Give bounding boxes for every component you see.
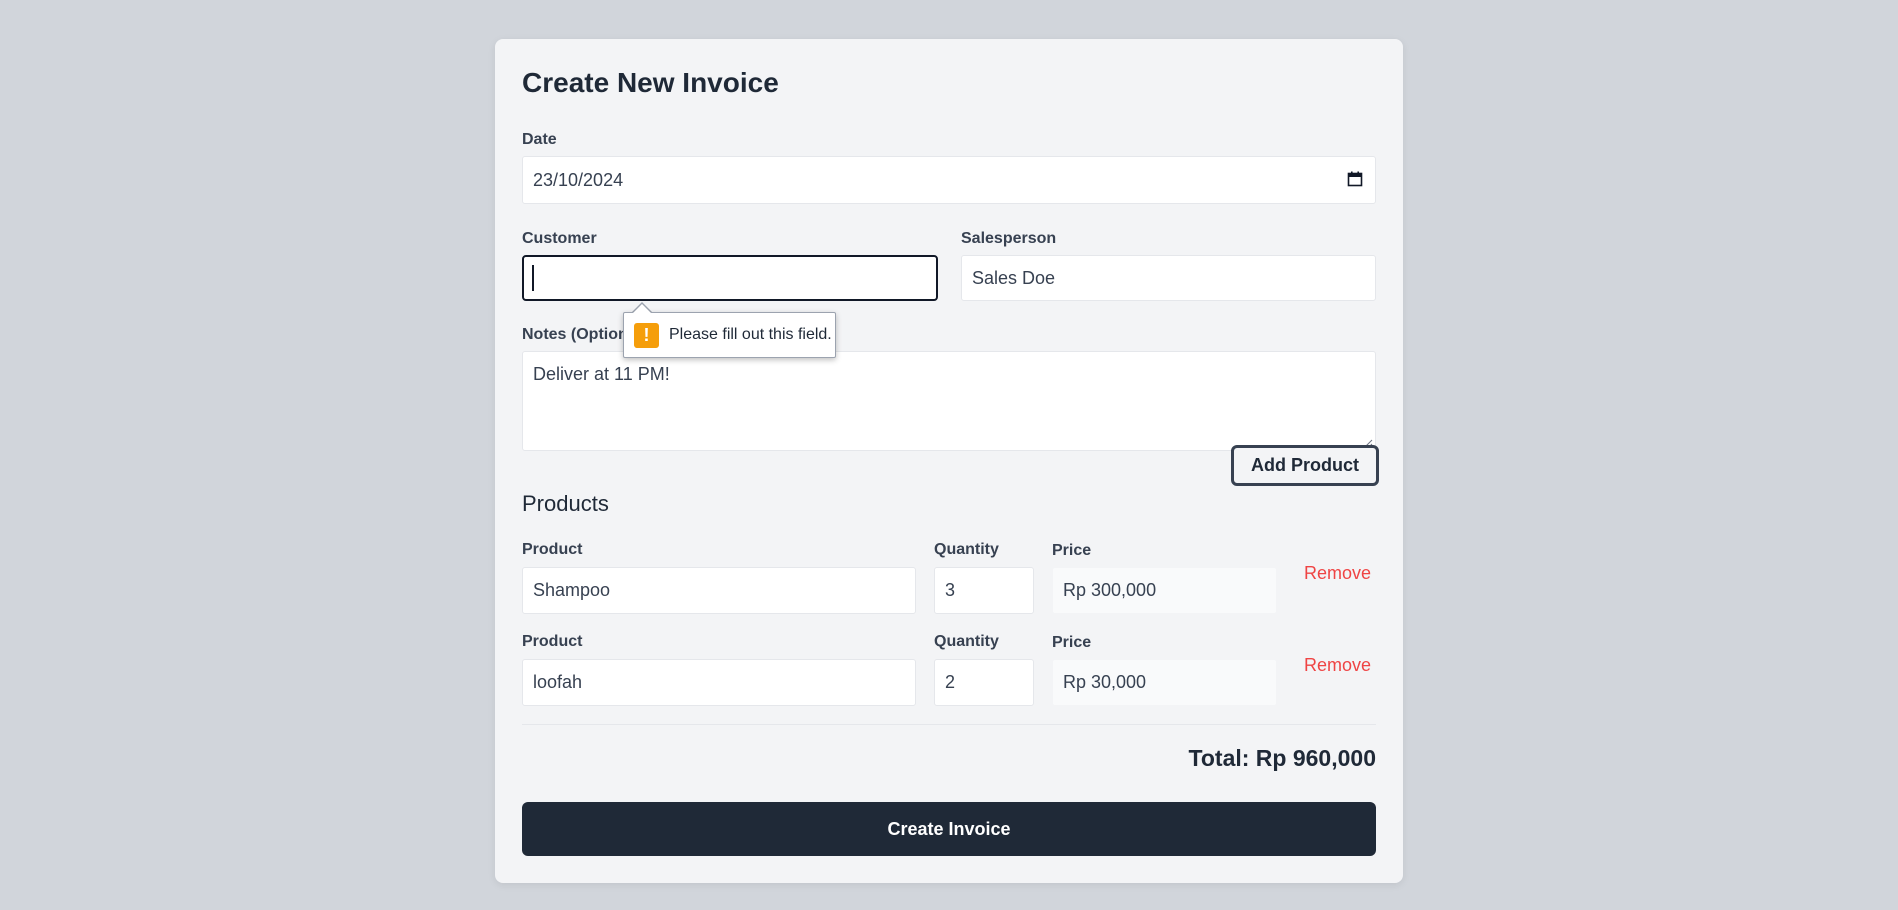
price-field: Rp 30,000 <box>1052 659 1277 706</box>
date-label: Date <box>522 131 557 148</box>
validation-message: Please fill out this field. <box>669 326 832 343</box>
tooltip-arrow-fill <box>632 304 652 314</box>
product-value: Shampoo <box>533 580 611 600</box>
calendar-icon[interactable] <box>1347 171 1363 187</box>
product-label: Product <box>522 633 583 650</box>
quantity-input[interactable]: 2 <box>934 659 1034 706</box>
exclamation-icon: ! <box>634 322 659 348</box>
salesperson-value: Sales Doe <box>972 267 1056 288</box>
quantity-value: 3 <box>945 580 956 600</box>
price-value: Rp 300,000 <box>1063 580 1157 600</box>
quantity-label: Quantity <box>934 633 999 650</box>
price-label: Price <box>1052 542 1092 559</box>
divider <box>522 724 1376 725</box>
product-input[interactable]: loofah <box>522 659 916 706</box>
price-field: Rp 300,000 <box>1052 567 1277 614</box>
salesperson-label: Salesperson <box>961 230 1057 247</box>
salesperson-input[interactable]: Sales Doe <box>961 255 1376 301</box>
product-value: loofah <box>533 672 583 692</box>
products-title: Products <box>522 491 609 516</box>
invoice-total: Total: Rp 960,000 <box>1188 745 1376 771</box>
customer-label: Customer <box>522 230 597 247</box>
customer-input[interactable] <box>522 255 938 301</box>
quantity-label: Quantity <box>934 541 999 558</box>
notes-value: Deliver at 11 PM! <box>533 364 670 384</box>
quantity-value: 2 <box>945 672 956 692</box>
product-input[interactable]: Shampoo <box>522 567 916 614</box>
create-invoice-button[interactable]: Create Invoice <box>522 802 1376 856</box>
product-label: Product <box>522 541 583 558</box>
add-product-button[interactable]: Add Product <box>1231 445 1379 486</box>
date-value: 23/10/2024 <box>533 169 624 190</box>
text-caret <box>532 265 534 291</box>
price-label: Price <box>1052 634 1092 651</box>
remove-product-button[interactable]: Remove <box>1304 655 1371 676</box>
page-title: Create New Invoice <box>522 67 779 98</box>
notes-textarea[interactable]: Deliver at 11 PM! <box>522 351 1376 451</box>
price-value: Rp 30,000 <box>1063 672 1147 692</box>
invoice-form-card: Create New Invoice Date 23/10/2024 Custo… <box>495 39 1403 883</box>
remove-product-button[interactable]: Remove <box>1304 563 1371 584</box>
validation-tooltip: ! Please fill out this field. <box>623 312 836 358</box>
quantity-input[interactable]: 3 <box>934 567 1034 614</box>
date-input[interactable]: 23/10/2024 <box>522 156 1376 204</box>
